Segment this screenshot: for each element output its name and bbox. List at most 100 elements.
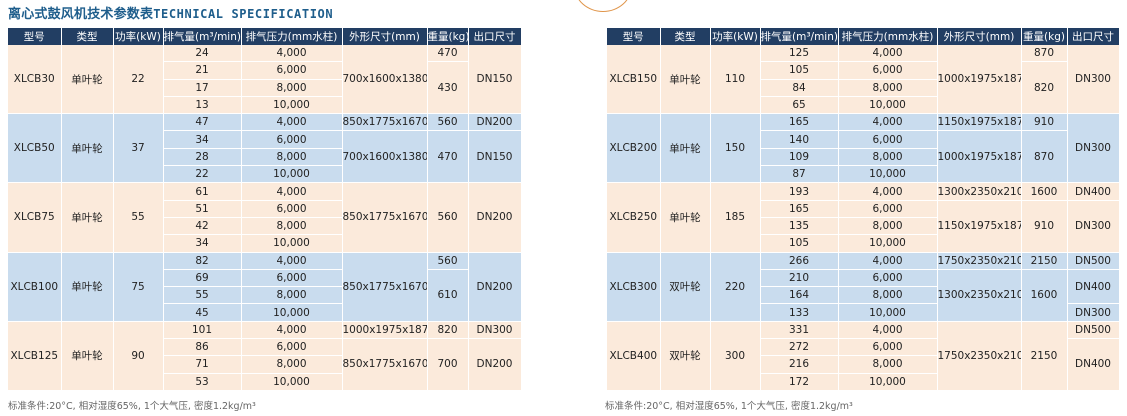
power-cell: 90 (113, 321, 164, 391)
pressure-cell: 4,000 (241, 252, 343, 270)
table-row: XLCB400 双叶轮 300 331 4,000 1750x2350x2100 2150 D… (607, 321, 1120, 391)
dimensions-cell: 850x1775x1670 (342, 182, 428, 253)
flow-cell: 47 (163, 113, 242, 132)
weight-cell: 560 (427, 113, 469, 132)
flow-cell: 331 (760, 321, 839, 340)
power-cell: 75 (113, 252, 164, 322)
dimensions-cell: 1000x1975x1877 (342, 321, 428, 340)
pressure-cell: 10,000 (838, 96, 938, 115)
power-cell: 220 (710, 252, 761, 322)
flow-cell: 86 (163, 338, 242, 357)
outlet-cell: DN400 (1067, 269, 1120, 305)
weight-cell: 470 (427, 45, 469, 63)
flow-cell: 34 (163, 234, 242, 253)
flow-cell: 42 (163, 217, 242, 236)
weight-cell: 700 (427, 338, 469, 391)
pressure-cell: 8,000 (241, 286, 343, 305)
pressure-cell: 10,000 (838, 234, 938, 253)
pressure-cell: 8,000 (838, 286, 938, 305)
dimensions-cell: 1750x2350x2100 (937, 252, 1022, 270)
weight-cell: 560 (427, 252, 469, 270)
spec-table-right: 型号 类型 功率(kW) 排气量(m³/min) 排气压力(mm水柱) 外形尺寸(mm) 重… (607, 28, 1120, 391)
pressure-cell: 10,000 (241, 373, 343, 391)
table-header-row: 型号 类型 功率(kW) 排气量(m³/min) 排气压力(mm水柱) 外形尺寸(mm) 重… (8, 28, 522, 45)
model-cell: XLCB125 (8, 321, 62, 391)
outlet-cell: DN400 (1067, 338, 1120, 391)
column-header: 型号 (607, 28, 661, 45)
flow-cell: 172 (760, 373, 839, 391)
power-cell: 55 (113, 182, 164, 253)
flow-cell: 133 (760, 303, 839, 322)
flow-cell: 140 (760, 130, 839, 149)
column-header: 型号 (8, 28, 62, 45)
table-row: XLCB50 单叶轮 37 47 4,000 850x1775x1670 560 DN200 (8, 113, 522, 184)
pressure-cell: 10,000 (241, 96, 343, 115)
flow-cell: 87 (760, 165, 839, 184)
column-header: 排气压力(mm水柱) (241, 28, 343, 45)
outlet-cell: DN300 (1067, 200, 1120, 253)
column-header: 功率(kW) (710, 28, 761, 45)
dimensions-cell: 1750x2350x2100 (937, 321, 1022, 391)
pressure-cell: 4,000 (241, 113, 343, 132)
pressure-cell: 4,000 (838, 321, 938, 340)
column-header: 出口尺寸 (468, 28, 522, 45)
decorative-arc (574, 0, 632, 12)
pressure-cell: 8,000 (838, 217, 938, 236)
table-header-row: 型号 类型 功率(kW) 排气量(m³/min) 排气压力(mm水柱) 外形尺寸(mm) 重… (607, 28, 1120, 45)
flow-cell: 51 (163, 200, 242, 218)
pressure-cell: 10,000 (838, 303, 938, 322)
outlet-cell: DN300 (468, 321, 522, 340)
pressure-cell: 8,000 (838, 148, 938, 167)
table-row: XLCB150 单叶轮 110 125 4,000 1000x1975x1877 870 DN… (607, 45, 1120, 115)
title-en: TECHNICAL SPECIFICATION (153, 7, 334, 21)
outlet-cell: DN500 (1067, 252, 1120, 270)
spec-table-left: 型号 类型 功率(kW) 排气量(m³/min) 排气压力(mm水柱) 外形尺寸(mm) 重… (8, 28, 522, 391)
model-cell: XLCB300 (607, 252, 661, 322)
pressure-cell: 6,000 (241, 269, 343, 288)
weight-cell: 2150 (1021, 252, 1068, 270)
pressure-cell: 8,000 (838, 79, 938, 97)
pressure-cell: 6,000 (241, 130, 343, 149)
dimensions-cell: 1000x1975x1877 (937, 45, 1022, 115)
pressure-cell: 10,000 (838, 373, 938, 391)
column-header: 排气量(m³/min) (163, 28, 242, 45)
flow-cell: 266 (760, 252, 839, 270)
flow-cell: 24 (163, 45, 242, 63)
pressure-cell: 6,000 (838, 61, 938, 80)
pressure-cell: 10,000 (241, 303, 343, 322)
column-header: 外形尺寸(mm) (937, 28, 1022, 45)
page-title: 离心式鼓风机技术参数表TECHNICAL SPECIFICATION (8, 3, 333, 22)
column-header: 排气量(m³/min) (760, 28, 839, 45)
dimensions-cell: 850x1775x1670 (342, 252, 428, 322)
flow-cell: 109 (760, 148, 839, 167)
standard-conditions-note: 标准条件:20°C, 相对湿度65%, 1个大气压, 密度1.2kg/m³ (605, 401, 853, 412)
flow-cell: 105 (760, 234, 839, 253)
pressure-cell: 6,000 (838, 269, 938, 288)
dimensions-cell: 700x1600x1380 (342, 130, 428, 184)
weight-cell: 910 (1021, 200, 1068, 253)
weight-cell: 470 (427, 130, 469, 184)
type-cell: 单叶轮 (61, 321, 114, 391)
weight-cell: 820 (1021, 61, 1068, 115)
power-cell: 22 (113, 45, 164, 115)
model-cell: XLCB400 (607, 321, 661, 391)
flow-cell: 34 (163, 130, 242, 149)
column-header: 出口尺寸 (1067, 28, 1120, 45)
outlet-cell: DN200 (468, 338, 522, 391)
flow-cell: 69 (163, 269, 242, 288)
type-cell: 双叶轮 (660, 252, 711, 322)
flow-cell: 13 (163, 96, 242, 115)
pressure-cell: 8,000 (241, 217, 343, 236)
type-cell: 单叶轮 (660, 182, 711, 253)
type-cell: 单叶轮 (61, 113, 114, 184)
pressure-cell: 4,000 (838, 182, 938, 201)
pressure-cell: 10,000 (241, 234, 343, 253)
flow-cell: 55 (163, 286, 242, 305)
type-cell: 单叶轮 (61, 45, 114, 115)
power-cell: 185 (710, 182, 761, 253)
table-row: XLCB125 单叶轮 90 101 4,000 1000x1975x1877 820 DN3… (8, 321, 522, 391)
dimensions-cell: 850x1775x1670 (342, 338, 428, 391)
flow-cell: 105 (760, 61, 839, 80)
type-cell: 双叶轮 (660, 321, 711, 391)
outlet-cell: DN300 (1067, 45, 1120, 115)
